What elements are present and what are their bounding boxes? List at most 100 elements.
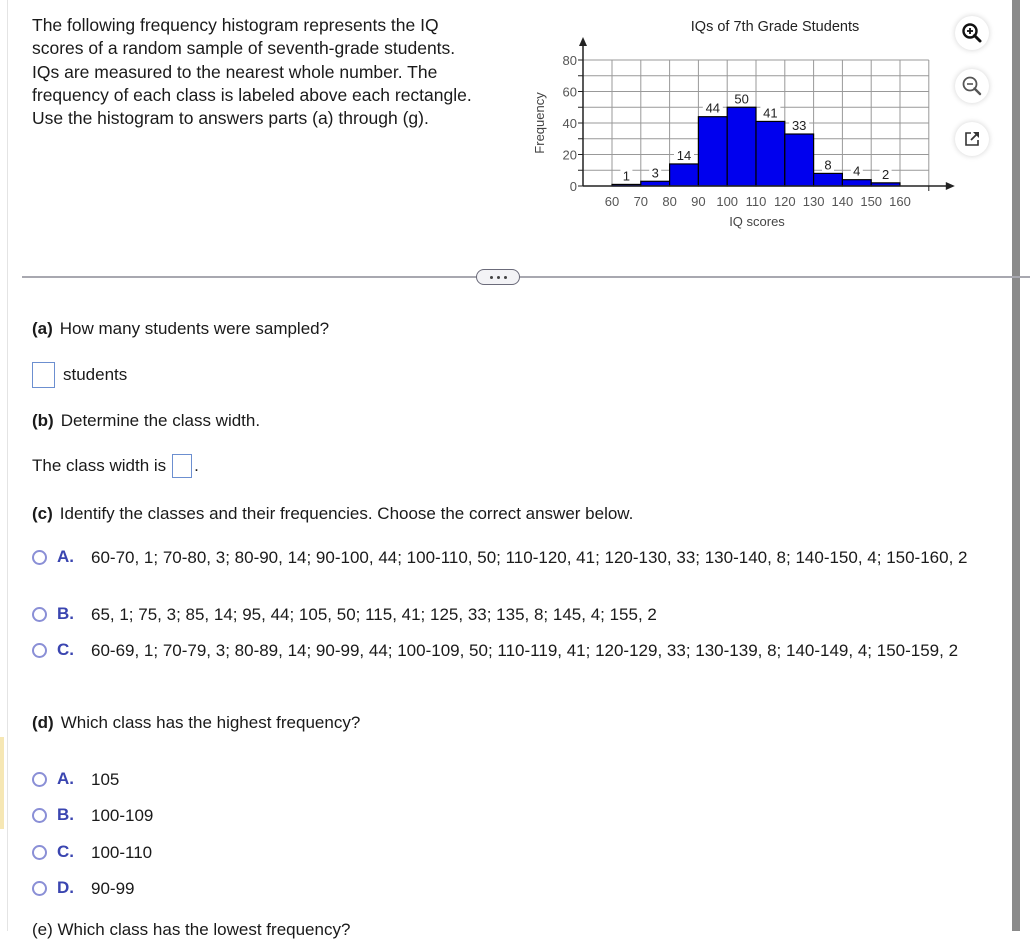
part-b-answer-row: The class width is . xyxy=(32,454,199,478)
bar-value-label: 8 xyxy=(824,157,831,172)
part-c-option-a[interactable]: A. 60-70, 1; 70-80, 3; 80-90, 14; 90-100… xyxy=(32,547,971,569)
option-letter: A. xyxy=(57,769,74,788)
zoom-out-button[interactable] xyxy=(955,69,989,103)
dot-icon xyxy=(496,275,500,279)
part-a-question: (a) How many students were sampled? xyxy=(32,319,329,339)
histogram-bar xyxy=(813,172,844,187)
option-text: 60-69, 1; 70-79, 3; 80-89, 14; 90-99, 44… xyxy=(91,641,959,660)
bar-value-label: 33 xyxy=(792,118,806,133)
part-d-option-c[interactable]: C. 100-110 xyxy=(32,842,971,864)
radio-button[interactable] xyxy=(32,772,47,787)
y-tick-label: 20 xyxy=(563,148,577,163)
chart-toolbar xyxy=(955,16,995,175)
part-d-option-a[interactable]: A. 105 xyxy=(32,769,971,791)
x-tick-label: 110 xyxy=(746,194,767,209)
radio-button[interactable] xyxy=(32,881,47,896)
dot-icon xyxy=(503,275,507,279)
bar-value-label: 3 xyxy=(652,165,659,180)
part-d-label: (d) xyxy=(32,713,54,732)
class-width-suffix: . xyxy=(194,456,199,475)
scrollbar[interactable] xyxy=(1012,0,1020,931)
class-width-prefix: The class width is xyxy=(32,456,167,475)
x-tick-label: 140 xyxy=(832,194,854,209)
part-b-text: Determine the class width. xyxy=(60,411,261,430)
option-letter: B. xyxy=(57,604,74,623)
zoom-in-button[interactable] xyxy=(955,16,989,50)
y-axis-arrow-icon xyxy=(579,37,587,46)
option-text: 100-110 xyxy=(91,843,153,862)
left-border xyxy=(7,0,8,931)
x-axis-label: IQ scores xyxy=(729,214,785,229)
histogram-bar xyxy=(697,116,728,187)
zoom-in-icon xyxy=(962,23,982,43)
x-tick-label: 60 xyxy=(605,194,619,209)
part-c-option-b[interactable]: B. 65, 1; 75, 3; 85, 14; 95, 44; 105, 50… xyxy=(32,604,971,626)
x-tick-label: 160 xyxy=(889,194,911,209)
x-axis-arrow-icon xyxy=(945,182,955,190)
part-d-option-b[interactable]: B. 100-109 xyxy=(32,805,971,827)
open-new-window-button[interactable] xyxy=(955,122,989,156)
expand-more-button[interactable] xyxy=(476,269,520,285)
radio-button[interactable] xyxy=(32,550,47,565)
histogram-bar xyxy=(841,179,872,187)
radio-button[interactable] xyxy=(32,643,47,658)
histogram-bar xyxy=(784,133,815,187)
radio-button[interactable] xyxy=(32,808,47,823)
students-input[interactable] xyxy=(32,362,55,388)
histogram-svg: IQs of 7th Grade Students 0 20 40 60 80 60 70 8… xyxy=(532,19,955,229)
option-letter: A. xyxy=(57,547,74,566)
option-text: 60-70, 1; 70-80, 3; 80-90, 14; 90-100, 4… xyxy=(91,548,968,567)
bar-value-label: 1 xyxy=(623,168,630,183)
class-width-input[interactable] xyxy=(172,454,193,478)
bar-value-label: 44 xyxy=(706,101,720,116)
option-text: 65, 1; 75, 3; 85, 14; 95, 44; 105, 50; 1… xyxy=(91,605,657,624)
part-e-question-cut: (e) Which class has the lowest frequency… xyxy=(32,920,351,939)
part-c-label: (c) xyxy=(32,504,53,523)
bar-value-label: 4 xyxy=(853,164,860,179)
part-c-text: Identify the classes and their frequenci… xyxy=(59,504,634,523)
zoom-out-icon xyxy=(962,76,982,96)
x-tick-label: 100 xyxy=(716,194,738,209)
bar-value-label: 2 xyxy=(882,167,889,182)
part-a-label: (a) xyxy=(32,319,53,338)
problem-intro: The following frequency histogram repres… xyxy=(32,15,472,129)
y-tick-label: 80 xyxy=(563,53,577,68)
chart-title: IQs of 7th Grade Students xyxy=(691,19,859,35)
part-b-question: (b) Determine the class width. xyxy=(32,411,260,431)
option-letter: B. xyxy=(57,805,74,824)
part-c-option-c[interactable]: C. 60-69, 1; 70-79, 3; 80-89, 14; 90-99,… xyxy=(32,640,971,662)
part-a-answer-row: students xyxy=(32,362,127,388)
bar-value-label: 14 xyxy=(677,148,691,163)
focus-indicator xyxy=(0,737,4,829)
x-tick-label: 80 xyxy=(662,194,676,209)
bar-value-label: 41 xyxy=(763,105,777,120)
part-c-question: (c) Identify the classes and their freque… xyxy=(32,504,633,524)
x-tick-label: 70 xyxy=(634,194,648,209)
option-letter: C. xyxy=(57,842,74,861)
x-tick-label: 120 xyxy=(774,194,796,209)
histogram-bar xyxy=(755,120,786,187)
students-unit-label: students xyxy=(63,365,128,384)
histogram-bar xyxy=(726,106,757,187)
dot-icon xyxy=(489,275,493,279)
option-text: 100-109 xyxy=(91,806,154,825)
part-b-label: (b) xyxy=(32,411,54,430)
x-tick-label: 150 xyxy=(860,194,882,209)
y-tick-label: 40 xyxy=(563,116,577,131)
open-new-window-icon xyxy=(965,132,979,146)
radio-button[interactable] xyxy=(32,845,47,860)
histogram-chart: IQs of 7th Grade Students 0 20 40 60 80 60 70 8… xyxy=(520,0,960,240)
part-a-text: How many students were sampled? xyxy=(59,319,330,338)
option-text: 90-99 xyxy=(91,879,135,898)
radio-button[interactable] xyxy=(32,607,47,622)
y-axis-label: Frequency xyxy=(532,92,547,154)
option-text: 105 xyxy=(91,770,120,789)
option-letter: D. xyxy=(57,878,74,897)
x-tick-label: 90 xyxy=(691,194,705,209)
histogram-bar xyxy=(669,163,700,187)
part-d-text: Which class has the highest frequency? xyxy=(60,713,361,732)
section-divider xyxy=(22,276,1030,278)
part-d-option-d[interactable]: D. 90-99 xyxy=(32,878,971,900)
x-tick-label: 130 xyxy=(803,194,825,209)
y-tick-label: 0 xyxy=(570,179,577,194)
